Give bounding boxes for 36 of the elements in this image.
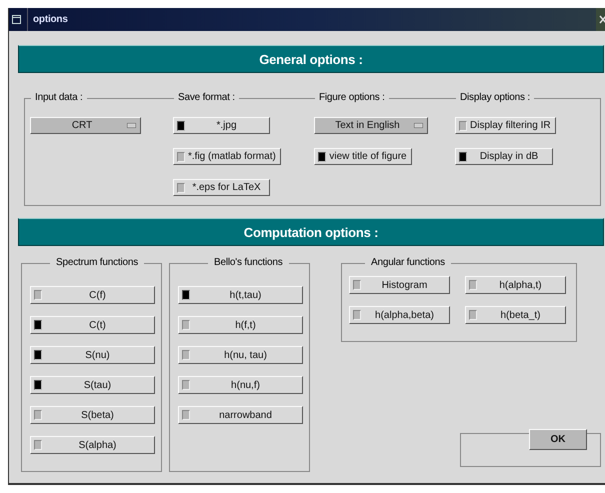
- toggle-button[interactable]: h(nu,f): [178, 376, 303, 394]
- toggle-button[interactable]: C(t): [30, 316, 155, 334]
- toggle-button[interactable]: S(tau): [30, 376, 155, 394]
- section-header: Computation options :: [18, 218, 604, 246]
- group-label: Spectrum functions: [55, 256, 139, 270]
- toggle-button[interactable]: S(nu): [30, 346, 155, 364]
- toggle-button[interactable]: view title of figure: [314, 148, 412, 165]
- dropdown[interactable]: Text in English: [314, 117, 428, 134]
- section-header: General options :: [18, 45, 604, 73]
- toggle-button[interactable]: h(alpha,t): [465, 276, 566, 294]
- dropdown[interactable]: CRT: [30, 117, 141, 134]
- toggle-button[interactable]: h(nu, tau): [178, 346, 303, 364]
- toggle-button[interactable]: Display in dB: [455, 148, 553, 165]
- group-label: Input data :: [31, 91, 87, 105]
- toggle-button[interactable]: *.fig (matlab format): [173, 148, 281, 165]
- toggle-button[interactable]: S(alpha): [30, 436, 155, 454]
- toggle-button[interactable]: narrowband: [178, 406, 303, 424]
- window-icon: [12, 15, 21, 24]
- toggle-button[interactable]: h(beta_t): [465, 306, 566, 324]
- toggle-button[interactable]: *.jpg: [173, 117, 270, 134]
- toggle-button[interactable]: h(t,tau): [178, 286, 303, 304]
- toggle-button[interactable]: h(alpha,beta): [349, 306, 450, 324]
- close-icon: [599, 15, 605, 24]
- toggle-button[interactable]: *.eps for LaTeX: [173, 179, 270, 196]
- toggle-button[interactable]: Histogram: [349, 276, 450, 294]
- ok-button[interactable]: OK: [529, 429, 587, 450]
- dropdown-icon: [414, 123, 423, 128]
- toggle-button[interactable]: Display filtering IR: [455, 117, 556, 134]
- toggle-button[interactable]: C(f): [30, 286, 155, 304]
- group-label: Figure options :: [315, 91, 389, 105]
- group-label: Bello's functions: [213, 256, 284, 270]
- group-label: Display options :: [456, 91, 534, 105]
- dropdown-icon: [127, 123, 136, 128]
- toggle-button[interactable]: h(f,t): [178, 316, 303, 334]
- toggle-button[interactable]: S(beta): [30, 406, 155, 424]
- group-label: Angular functions: [370, 256, 446, 270]
